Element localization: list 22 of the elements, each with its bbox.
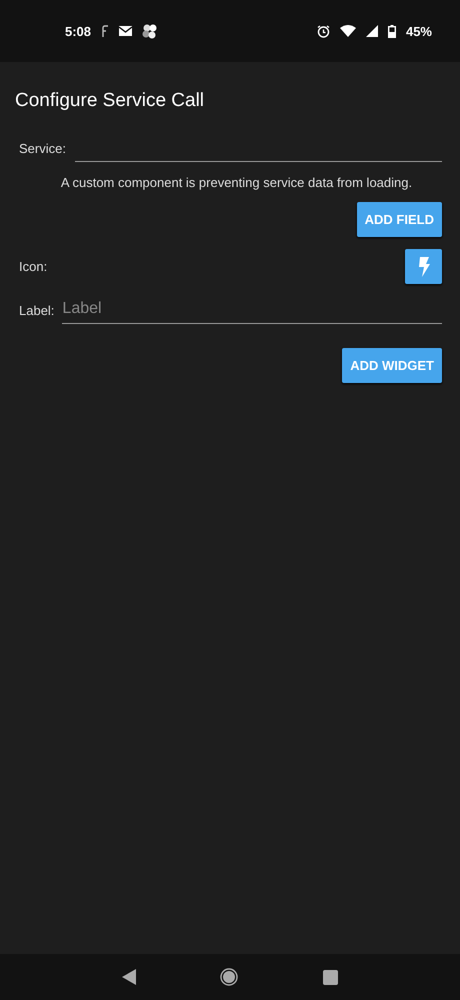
wifi-icon [340, 25, 356, 37]
notification-icon [101, 25, 110, 37]
battery-percent: 45% [406, 24, 432, 38]
battery-icon [388, 24, 396, 38]
warning-message: A custom component is preventing service data from loading. [60, 175, 414, 190]
back-icon[interactable] [122, 969, 136, 985]
page-title: Configure Service Call [15, 89, 206, 113]
add-widget-button[interactable]: ADD WIDGET [342, 348, 442, 383]
add-field-button[interactable]: ADD FIELD [356, 202, 442, 237]
field-label: Label: [19, 303, 54, 320]
clock-time: 5:08 [65, 24, 92, 38]
home-icon[interactable] [220, 968, 238, 986]
field-label: Service: [19, 141, 66, 158]
field-label: Icon: [19, 259, 48, 274]
label-field[interactable]: Label [62, 298, 442, 324]
icon-picker-button[interactable] [405, 249, 442, 284]
flower-icon [142, 24, 158, 38]
alarm-icon [316, 24, 330, 38]
lightning-icon [418, 256, 430, 276]
signal-icon [366, 25, 378, 37]
mail-icon [119, 26, 132, 36]
recents-icon[interactable] [322, 970, 338, 984]
